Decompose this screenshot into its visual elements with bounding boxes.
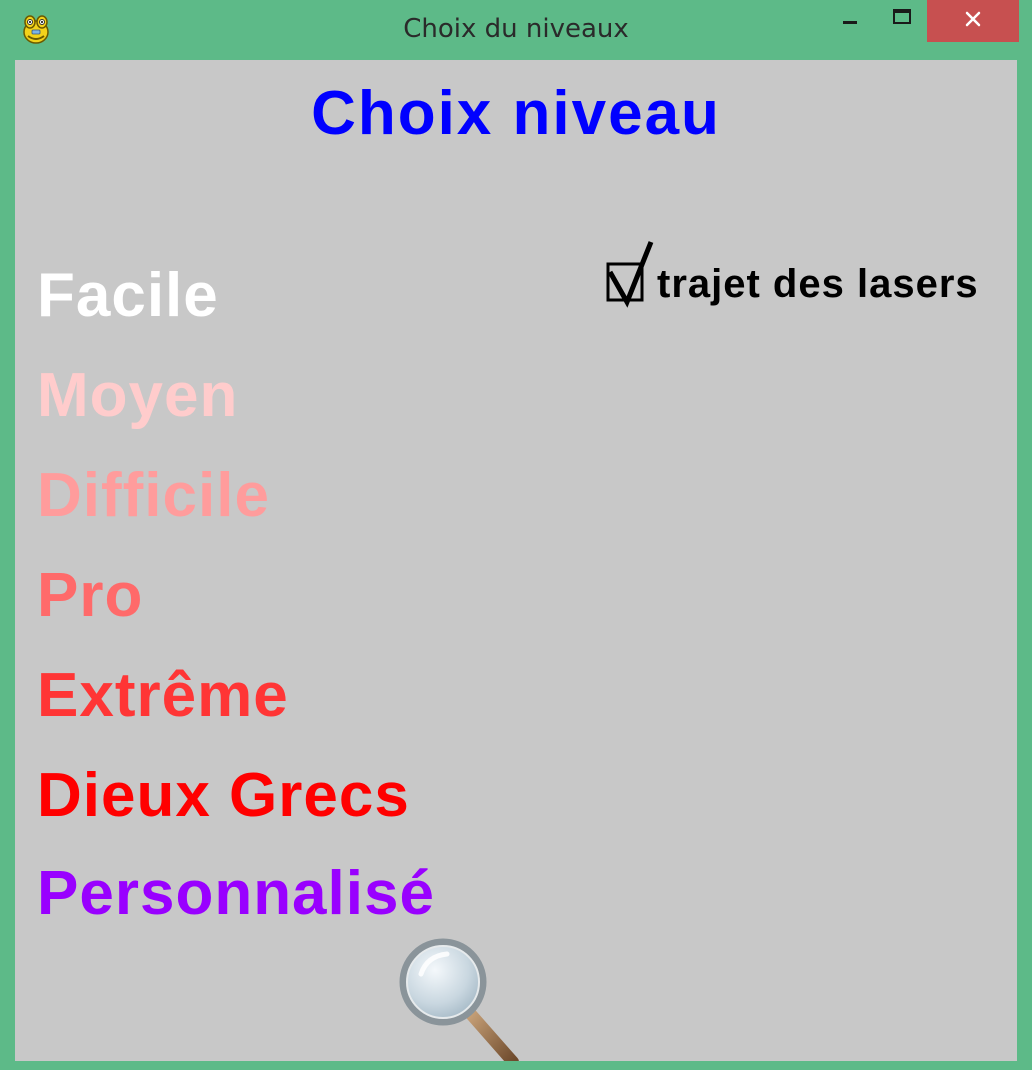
- level-option-facile[interactable]: Facile: [37, 265, 219, 327]
- minimize-icon: [840, 9, 860, 34]
- magnifier-icon[interactable]: [395, 930, 535, 1061]
- page-title: Choix niveau: [311, 79, 721, 148]
- laser-path-label: trajet des lasers: [657, 262, 979, 306]
- title-bar[interactable]: Choix du niveaux: [0, 0, 1032, 60]
- level-option-dieux-grecs[interactable]: Dieux Grecs: [37, 765, 410, 827]
- maximize-button[interactable]: [878, 0, 926, 42]
- maximize-icon: [891, 8, 913, 35]
- app-window: Choix du niveaux Choix niveau Facile Moy…: [0, 0, 1032, 1070]
- level-option-extreme[interactable]: Extrême: [37, 665, 289, 727]
- close-button[interactable]: [927, 0, 1019, 42]
- level-selection-panel: Choix niveau Facile Moyen Difficile Pro …: [15, 60, 1017, 1061]
- level-option-difficile[interactable]: Difficile: [37, 465, 270, 527]
- level-option-moyen[interactable]: Moyen: [37, 365, 238, 427]
- level-option-pro[interactable]: Pro: [37, 565, 143, 627]
- minimize-button[interactable]: [826, 0, 874, 42]
- level-option-personnalise[interactable]: Personnalisé: [37, 863, 435, 925]
- laser-path-toggle[interactable]: trajet des lasers: [605, 238, 1005, 308]
- checkbox-checked-icon[interactable]: [605, 238, 657, 308]
- close-icon: [963, 9, 983, 34]
